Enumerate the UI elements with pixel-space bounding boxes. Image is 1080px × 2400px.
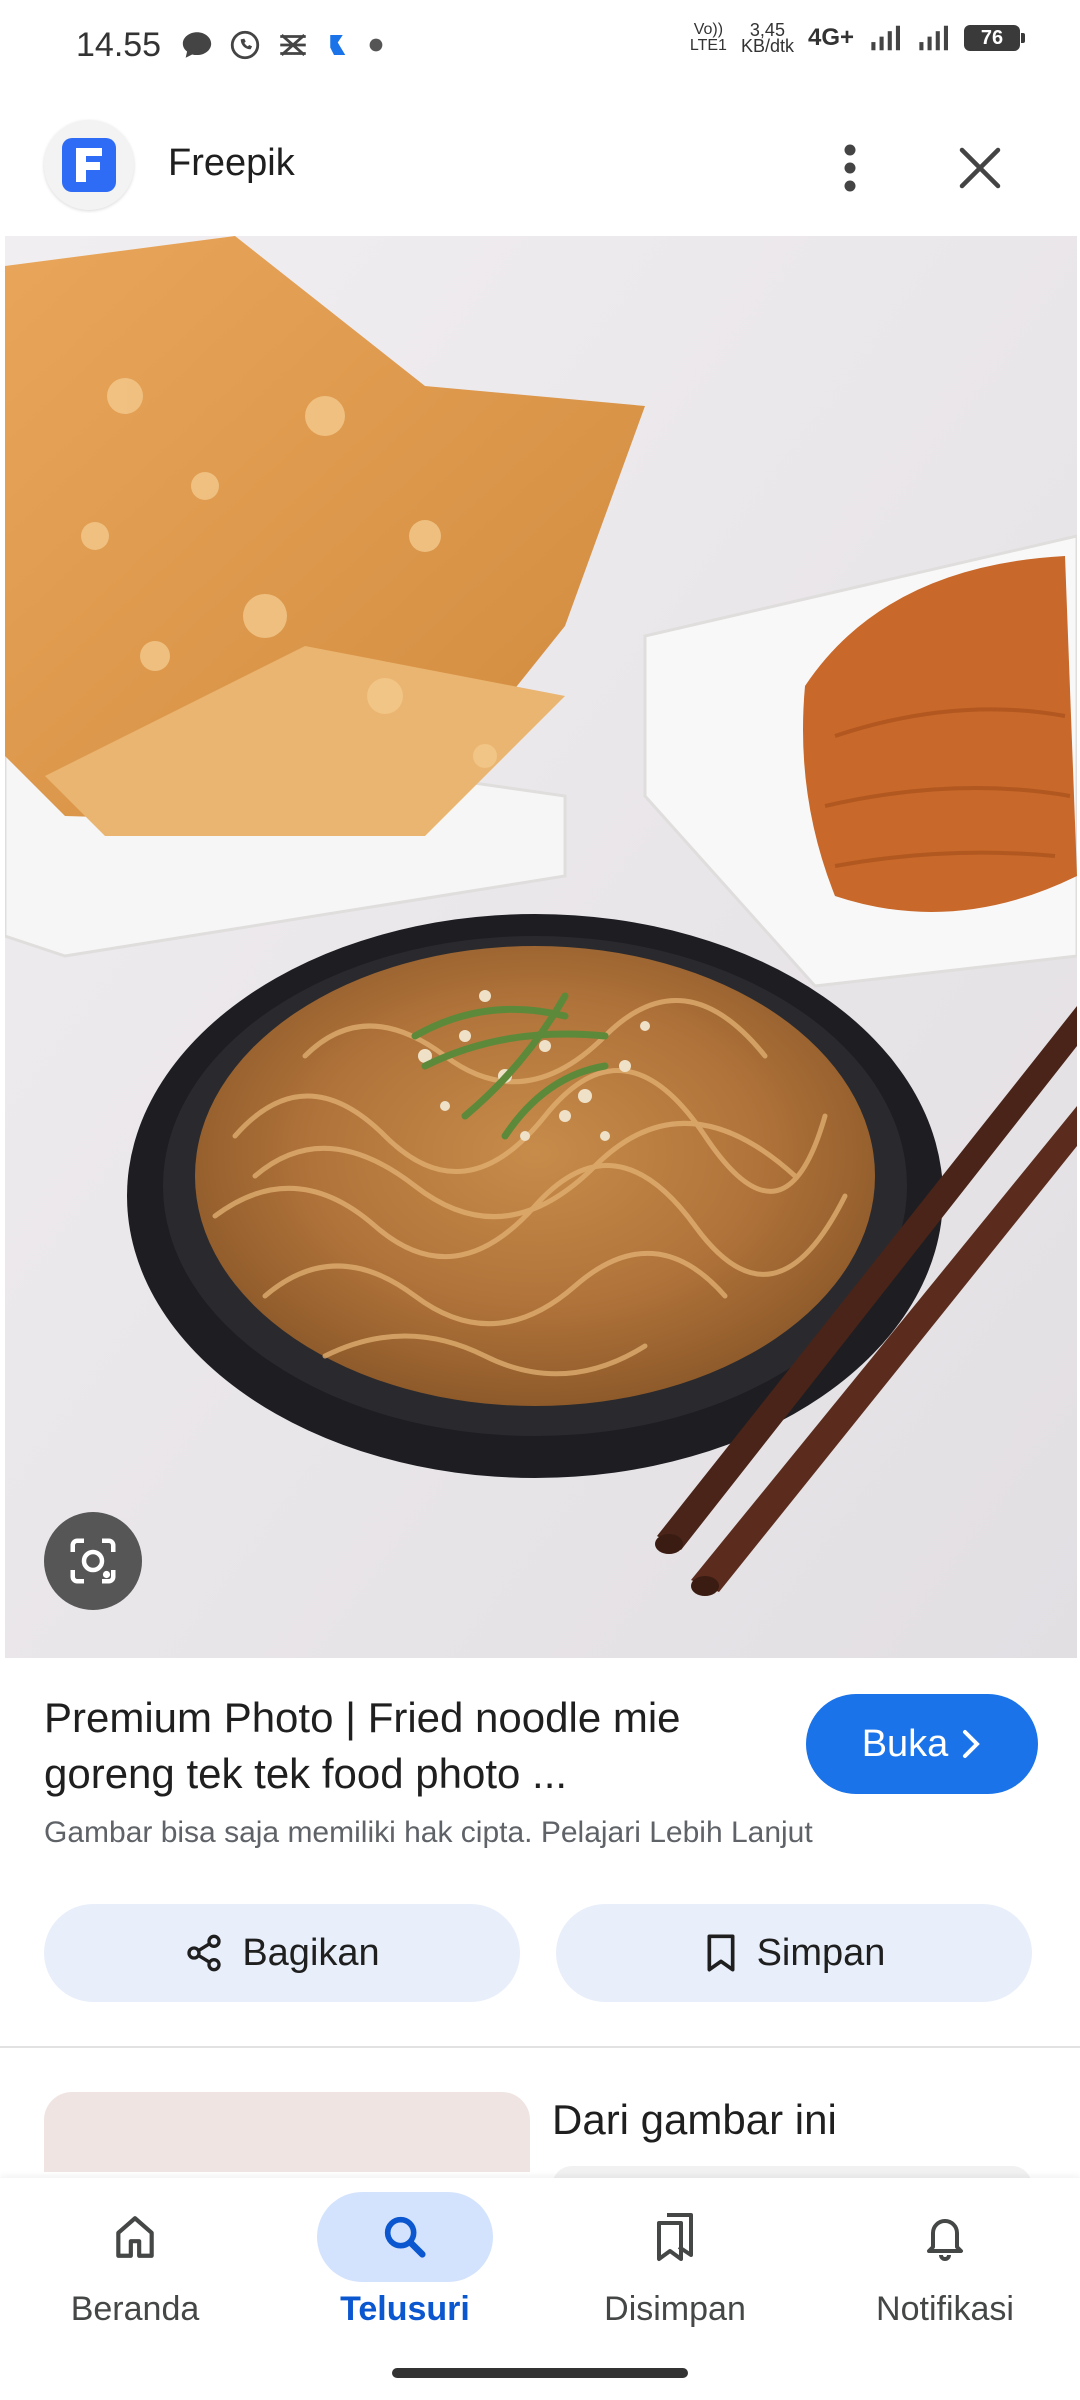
result-image[interactable] <box>5 236 1077 1658</box>
nav-item-telusuri[interactable]: Telusuri <box>270 2178 540 2400</box>
app-logo-icon <box>330 35 346 55</box>
battery-icon: 76 <box>964 25 1025 51</box>
close-icon <box>959 147 1001 189</box>
nav-icon-container <box>587 2192 763 2282</box>
related-image-thumbnail[interactable] <box>44 2092 530 2172</box>
google-lens-button[interactable] <box>44 1512 142 1610</box>
nav-label: Telusuri <box>340 2290 470 2328</box>
chat-bubble-icon <box>182 32 212 58</box>
site-logo[interactable] <box>44 120 134 210</box>
signal-icon <box>871 25 900 51</box>
nav-icon-container <box>47 2192 223 2282</box>
home-indicator[interactable] <box>392 2368 688 2378</box>
volte-bottom: LTE1 <box>689 37 727 54</box>
close-button[interactable] <box>950 138 1010 198</box>
freepik-logo-icon <box>62 138 116 192</box>
open-button[interactable]: Buka <box>806 1694 1038 1794</box>
noodle-photo <box>5 236 1077 1658</box>
nav-item-notifikasi[interactable]: Notifikasi <box>810 2178 1080 2400</box>
search-icon <box>384 2216 426 2258</box>
bookmarks-icon <box>657 2213 693 2261</box>
nav-label: Notifikasi <box>876 2290 1014 2328</box>
share-icon <box>187 1934 221 1972</box>
nav-icon-container <box>317 2192 493 2282</box>
source-header: Freepik <box>0 120 1080 210</box>
more-options-button[interactable] <box>820 138 880 198</box>
nav-label: Beranda <box>70 2290 200 2328</box>
result-title[interactable]: Premium Photo | Fried noodle mie goreng … <box>44 1690 764 1802</box>
copyright-notice[interactable]: Gambar bisa saja memiliki hak cipta. Pel… <box>44 1816 813 1850</box>
nav-icon-container <box>857 2192 1033 2282</box>
data-speed: 3,45 KB/dtk <box>740 21 794 56</box>
save-button[interactable]: Simpan <box>556 1904 1032 2002</box>
nav-label: Disimpan <box>604 2290 746 2328</box>
nav-item-disimpan[interactable]: Disimpan <box>540 2178 810 2400</box>
status-bar: 14.55 Vo)) LTE1 3,45 KB/dtk 4G+ 76 <box>0 0 1080 96</box>
status-right: Vo)) LTE1 3,45 KB/dtk 4G+ 76 <box>690 21 1025 56</box>
chevron-right-icon <box>963 1730 981 1758</box>
dot-icon <box>369 38 383 52</box>
section-divider <box>0 2046 1080 2048</box>
notification-icons <box>180 28 384 62</box>
bookmark-icon <box>707 1934 735 1972</box>
more-vert-icon <box>844 144 856 192</box>
nav-item-beranda[interactable]: Beranda <box>0 2178 270 2400</box>
volte-top: Vo)) <box>693 21 724 38</box>
app-notification-icon <box>280 34 306 56</box>
bell-icon <box>927 2219 963 2261</box>
network-type: 4G+ <box>807 24 854 51</box>
status-time: 14.55 <box>76 26 162 64</box>
bottom-navigation: Beranda Telusuri Disimpan Notifikasi <box>0 2178 1080 2400</box>
home-icon <box>116 2216 154 2258</box>
signal-icon-2 <box>919 25 948 51</box>
site-name[interactable]: Freepik <box>168 142 295 185</box>
share-label: Bagikan <box>242 1931 380 1974</box>
speed-unit: KB/dtk <box>740 36 794 56</box>
related-section-title: Dari gambar ini <box>552 2096 837 2143</box>
share-button[interactable]: Bagikan <box>44 1904 520 2002</box>
whatsapp-icon <box>230 30 260 60</box>
save-label: Simpan <box>756 1931 886 1974</box>
volte-indicator: Vo)) LTE1 <box>690 22 727 54</box>
open-button-label: Buka <box>861 1722 949 1765</box>
lens-icon <box>70 1538 116 1584</box>
